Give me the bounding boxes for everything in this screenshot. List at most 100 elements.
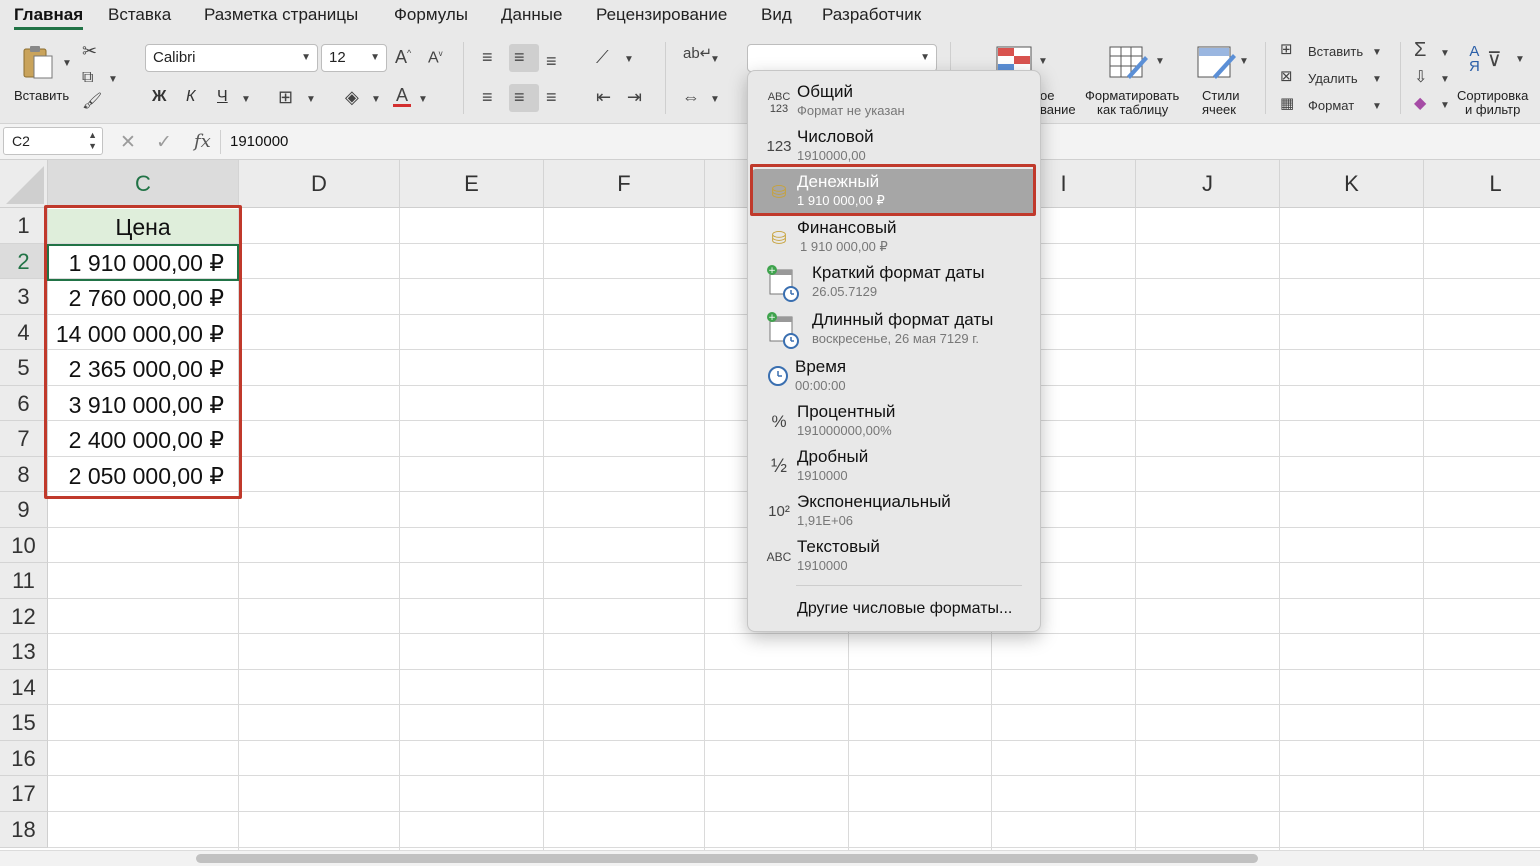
column-header-k[interactable]: K [1280, 160, 1424, 208]
copy-icon[interactable]: ⧉ [82, 70, 93, 86]
cell-c5[interactable]: 2 365 000,00 ₽ [48, 351, 238, 385]
align-left-icon[interactable]: ≡ [482, 88, 493, 106]
row-header-8[interactable]: 8 [0, 457, 48, 492]
chevron-down-icon: ▼ [301, 52, 311, 63]
decrease-font-icon[interactable]: Av [428, 50, 443, 66]
sort-filter-button[interactable]: АЯ ⊽ ▼ Сортировка и фильтр [1455, 42, 1537, 118]
cell-c7[interactable]: 2 400 000,00 ₽ [48, 422, 238, 456]
scrollbar-thumb[interactable] [196, 854, 1258, 863]
row-header-17[interactable]: 17 [0, 776, 48, 812]
row-header-5[interactable]: 5 [0, 350, 48, 386]
align-bottom-icon[interactable]: ≡ [546, 52, 557, 70]
wrap-text-icon[interactable]: ab↵ [683, 46, 712, 61]
cell-c1[interactable]: Цена [48, 209, 238, 243]
cell-c6[interactable]: 3 910 000,00 ₽ [48, 387, 238, 421]
decrease-indent-icon[interactable]: ⇤ [596, 88, 611, 106]
format-cells-button[interactable]: ▦ Формат ▼ [1280, 96, 1390, 116]
menu-item-text[interactable]: ABC Текстовый 1910000 [752, 534, 1036, 579]
menu-item-short-date[interactable]: + Краткий формат даты 26.05.7129 [752, 260, 1036, 307]
paste-button[interactable]: ▼ Вставить [10, 42, 76, 106]
delete-cells-button[interactable]: ⊠ Удалить ▼ [1280, 69, 1390, 89]
cell-styles-button[interactable]: ▼ Стили ячеек [1193, 42, 1253, 118]
row-header-13[interactable]: 13 [0, 634, 48, 670]
column-header-j[interactable]: J [1136, 160, 1280, 208]
insert-cells-button[interactable]: ⊞ Вставить ▼ [1280, 42, 1390, 62]
scissors-icon[interactable]: ✂ [82, 42, 97, 60]
ribbon-separator [665, 42, 666, 114]
conditional-formatting-label-1: ое [1040, 88, 1055, 103]
format-as-table-button[interactable]: ▼ Форматировать как таблицу [1083, 42, 1189, 118]
row-header-16[interactable]: 16 [0, 741, 48, 776]
row-header-4[interactable]: 4 [0, 315, 48, 350]
bold-button[interactable]: Ж [152, 88, 166, 106]
borders-icon[interactable]: ⊞ [278, 88, 293, 106]
font-name-select[interactable]: Calibri ▼ [145, 44, 318, 72]
column-header-l[interactable]: L [1424, 160, 1540, 208]
column-header-d[interactable]: D [239, 160, 400, 208]
column-header-f[interactable]: F [544, 160, 705, 208]
format-painter-icon[interactable]: 🖌 [82, 94, 102, 110]
cell-c2[interactable]: 1 910 000,00 ₽ [48, 245, 238, 279]
row-header-15[interactable]: 15 [0, 705, 48, 741]
align-center-icon[interactable]: ≡ [514, 88, 525, 106]
fill-color-icon[interactable]: ◈ [345, 88, 359, 106]
tab-formulas[interactable]: Формулы [394, 5, 468, 25]
increase-indent-icon[interactable]: ⇥ [627, 88, 642, 106]
align-right-icon[interactable]: ≡ [546, 88, 557, 106]
row-header-3[interactable]: 3 [0, 279, 48, 315]
row-header-6[interactable]: 6 [0, 386, 48, 421]
more-number-formats-item[interactable]: Другие числовые форматы... [797, 600, 1012, 618]
tab-review[interactable]: Рецензирование [596, 5, 727, 25]
tab-view[interactable]: Вид [761, 5, 792, 25]
row-header-2[interactable]: 2 [0, 244, 48, 279]
menu-item-percent[interactable]: % Процентный 191000000,00% [752, 399, 1036, 444]
row-header-14[interactable]: 14 [0, 670, 48, 705]
horizontal-scrollbar[interactable] [0, 850, 1540, 866]
clear-icon[interactable]: ◆ [1414, 96, 1426, 112]
number-format-select[interactable]: ▼ [747, 44, 937, 72]
align-middle-icon[interactable]: ≡ [514, 48, 525, 66]
increase-font-icon[interactable]: A^ [395, 48, 411, 66]
tab-insert[interactable]: Вставка [108, 5, 171, 25]
cell-c3[interactable]: 2 760 000,00 ₽ [48, 280, 238, 314]
row-header-11[interactable]: 11 [0, 563, 48, 599]
insert-function-icon[interactable]: fx [194, 131, 211, 152]
column-header-c[interactable]: C [48, 160, 239, 208]
menu-item-accounting[interactable]: ⛁ Финансовый 1 910 000,00 ₽ [752, 215, 1036, 260]
row-header-18[interactable]: 18 [0, 812, 48, 848]
name-box[interactable]: C2 ▲ ▼ [3, 127, 103, 155]
tab-home[interactable]: Главная [14, 5, 84, 30]
font-size-select[interactable]: 12 ▼ [321, 44, 387, 72]
confirm-icon[interactable]: ✓ [156, 131, 172, 154]
cell-c4[interactable]: 14 000 000,00 ₽ [48, 316, 238, 350]
cell-c8[interactable]: 2 050 000,00 ₽ [48, 458, 238, 492]
menu-item-time[interactable]: Время 00:00:00 [752, 354, 1036, 399]
menu-item-number[interactable]: 123 Числовой 1910000,00 [752, 124, 1036, 169]
menu-item-long-date[interactable]: + Длинный формат даты воскресенье, 26 ма… [752, 307, 1036, 354]
tab-data[interactable]: Данные [501, 5, 562, 25]
autosum-icon[interactable]: Σ [1414, 40, 1426, 60]
column-header-e[interactable]: E [400, 160, 544, 208]
menu-item-scientific[interactable]: 10² Экспоненциальный 1,91E+06 [752, 489, 1036, 534]
font-color-icon[interactable]: A [393, 86, 411, 107]
fill-icon[interactable]: ⇩ [1414, 70, 1427, 86]
row-header-7[interactable]: 7 [0, 421, 48, 457]
menu-item-currency[interactable]: ⛁ Денежный 1 910 000,00 ₽ [752, 169, 1036, 214]
formula-input[interactable]: 1910000 [230, 133, 288, 150]
italic-button[interactable]: К [186, 88, 195, 106]
row-header-1[interactable]: 1 [0, 208, 48, 244]
menu-item-sample: Формат не указан [797, 103, 905, 118]
row-header-12[interactable]: 12 [0, 599, 48, 634]
underline-button[interactable]: Ч [217, 88, 228, 106]
align-top-icon[interactable]: ≡ [482, 48, 493, 66]
select-all-corner[interactable] [0, 160, 48, 208]
merge-cells-icon[interactable]: ⇔ [682, 88, 700, 106]
menu-item-general[interactable]: ABC 123 Общий Формат не указан [752, 79, 1036, 124]
cancel-icon[interactable]: ✕ [120, 131, 136, 154]
tab-page-layout[interactable]: Разметка страницы [204, 5, 358, 25]
orientation-icon[interactable]: ⟋ [596, 48, 609, 66]
row-header-10[interactable]: 10 [0, 528, 48, 563]
tab-developer[interactable]: Разработчик [822, 5, 921, 25]
menu-item-fraction[interactable]: ½ Дробный 1910000 [752, 444, 1036, 489]
row-header-9[interactable]: 9 [0, 492, 48, 528]
